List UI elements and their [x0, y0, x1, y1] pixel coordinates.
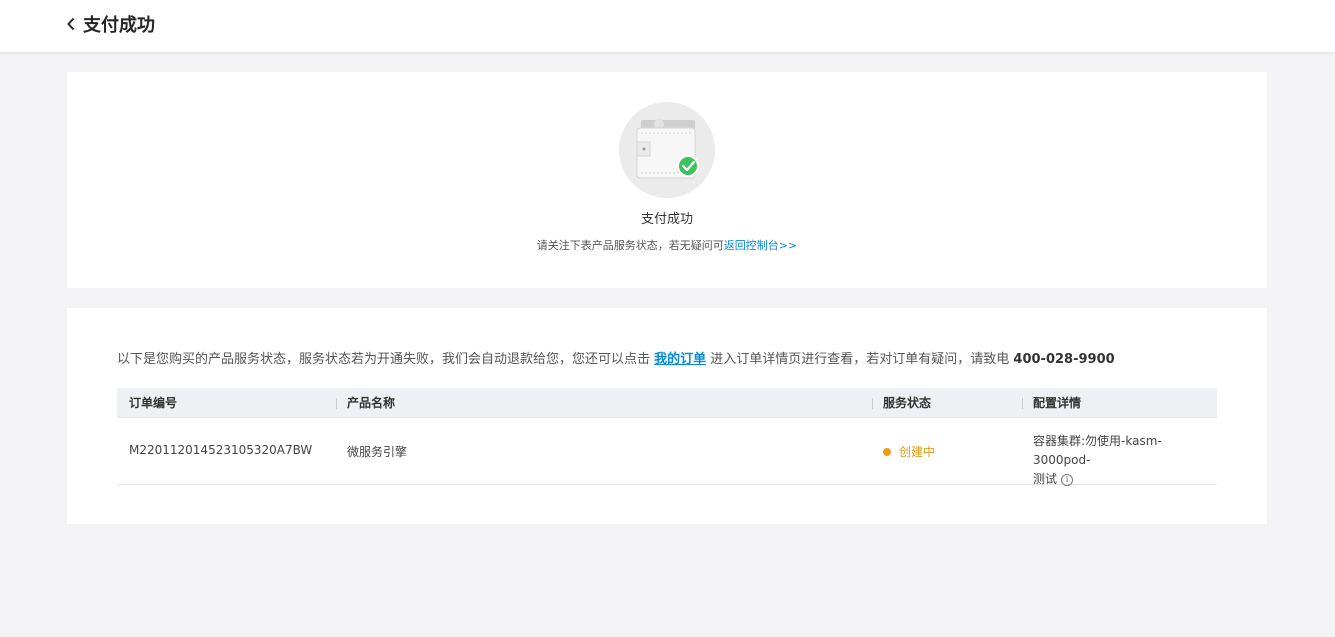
config-details-cell: 容器集群:勿使用-kasm-3000pod- 测试 i — [1033, 432, 1217, 489]
notice-text: 以下是您购买的产品服务状态，服务状态若为开通失败，我们会自动退款给您，您还可以点… — [117, 348, 1227, 367]
table-header: 订单编号 产品名称 服务状态 配置详情 — [117, 388, 1217, 418]
header-config-details: 配置详情 — [1033, 396, 1082, 410]
header-order-id: 订单编号 — [129, 396, 178, 410]
notice-text-after: 进入订单详情页进行查看，若对订单有疑问，请致电 — [706, 352, 1014, 367]
my-orders-link[interactable]: 我的订单 — [654, 352, 706, 367]
info-icon[interactable]: i — [1061, 473, 1074, 486]
wallet-success-icon — [619, 102, 715, 198]
success-sub-text: 请关注下表产品服务状态，若无疑问可 — [536, 239, 724, 252]
notice-text-before: 以下是您购买的产品服务状态，服务状态若为开通失败，我们会自动退款给您，您还可以点… — [117, 352, 655, 367]
order-table: 订单编号 产品名称 服务状态 配置详情 M220112014523105320A… — [117, 388, 1217, 486]
top-bar: 支付成功 — [0, 0, 1335, 52]
success-subtitle: 请关注下表产品服务状态，若无疑问可返回控制台>> — [67, 237, 1267, 253]
page-title: 支付成功 — [83, 15, 155, 36]
column-divider — [872, 398, 873, 409]
back-button[interactable]: 支付成功 — [66, 12, 155, 36]
table-row: M220112014523105320A7BW 微服务引擎 创建中 容器集群:勿… — [117, 418, 1217, 486]
service-status-cell: 创建中 — [883, 443, 935, 460]
product-name-cell: 微服务引擎 — [347, 445, 408, 459]
config-line-1: 容器集群:勿使用-kasm-3000pod- — [1033, 434, 1162, 467]
header-service-status: 服务状态 — [883, 396, 932, 410]
back-to-console-link[interactable]: 返回控制台>> — [724, 239, 797, 252]
chevron-left-icon — [66, 12, 82, 36]
service-status-card: 以下是您购买的产品服务状态，服务状态若为开通失败，我们会自动退款给您，您还可以点… — [67, 308, 1267, 524]
header-product-name: 产品名称 — [347, 396, 396, 410]
config-line-2: 测试 — [1033, 472, 1058, 486]
column-divider — [1022, 398, 1023, 409]
success-title: 支付成功 — [640, 212, 693, 227]
support-phone: 400-028-9900 — [1013, 352, 1115, 367]
order-id-cell: M220112014523105320A7BW — [129, 443, 313, 457]
status-dot — [883, 447, 891, 456]
column-divider — [336, 398, 337, 409]
status-text: 创建中 — [899, 445, 936, 459]
payment-success-card: 支付成功 请关注下表产品服务状态，若无疑问可返回控制台>> — [67, 72, 1267, 288]
